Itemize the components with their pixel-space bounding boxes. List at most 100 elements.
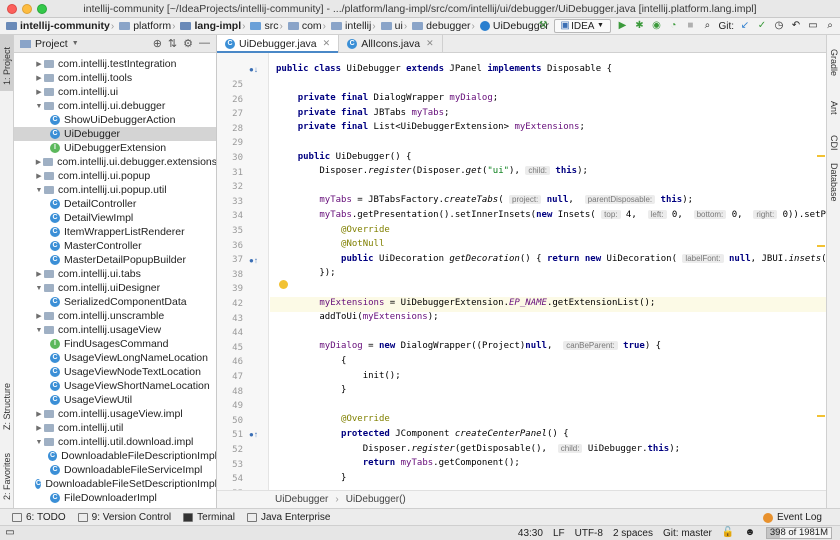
code-line[interactable]: Disposer.register(getDisposable(), child… (276, 443, 680, 454)
code-line[interactable]: myDialog = new DialogWrapper((Project)nu… (276, 341, 661, 351)
tree-class-node[interactable]: C DetailController (14, 197, 216, 211)
ant-tool-button[interactable]: Ant (829, 101, 839, 115)
crumb-debugger[interactable]: debugger (408, 20, 471, 32)
code-line[interactable]: }); (276, 268, 335, 278)
code-line[interactable]: @NotNull (276, 239, 384, 249)
tree-class-node[interactable]: C UiDebugger (14, 127, 216, 141)
locate-file-icon[interactable]: ⊕ (153, 37, 162, 50)
crumb-project[interactable]: intellij-community (2, 20, 110, 32)
tree-package-node[interactable]: ▼ com.intellij.util.download.impl (14, 435, 216, 449)
chevron-right-icon[interactable]: ▶ (34, 60, 44, 68)
tree-class-node[interactable]: C DownloadableFileServiceImpl (14, 463, 216, 477)
tree-class-node[interactable]: C DownloadableFileDescriptionImpl (14, 449, 216, 463)
tree-package-node[interactable]: ▶ com.intellij.ui (14, 85, 216, 99)
event-log-tool-button[interactable]: Event Log (762, 512, 822, 523)
chevron-right-icon[interactable]: ▶ (34, 88, 44, 96)
code-line[interactable]: myTabs = JBTabsFactory.createTabs( proje… (276, 195, 693, 205)
code-line[interactable]: private final DialogWrapper myDialog; (276, 93, 499, 103)
coverage-icon[interactable]: ◉ (650, 20, 662, 32)
lock-icon[interactable]: 🔓 (722, 527, 734, 539)
chevron-down-icon[interactable]: ▼ (34, 327, 44, 334)
debug-icon[interactable]: ✱ (633, 20, 645, 32)
crumb-platform[interactable]: platform (115, 20, 171, 32)
chevron-down-icon[interactable]: ▼ (34, 439, 44, 446)
indent-setting[interactable]: 2 spaces (613, 528, 653, 539)
chevron-right-icon[interactable]: ▶ (34, 172, 44, 180)
code-line[interactable]: } (276, 473, 346, 483)
code-line[interactable]: myExtensions = UiDebuggerExtension.EP_NA… (276, 298, 655, 308)
tree-package-node[interactable]: ▶ com.intellij.tools (14, 71, 216, 85)
close-tab-icon[interactable]: ✕ (323, 38, 331, 49)
code-area[interactable]: public class UiDebugger extends JPanel i… (270, 53, 826, 490)
gradle-tool-button[interactable]: Gradle (829, 49, 839, 76)
tree-class-node[interactable]: C FileDownloaderImpl (14, 491, 216, 505)
caret-position[interactable]: 43:30 (518, 528, 543, 539)
tree-package-node[interactable]: ▶ com.intellij.ui.debugger.extensions (14, 155, 216, 169)
code-line[interactable]: Disposer.register(Disposer.get("ui"), ch… (276, 166, 588, 176)
git-branch[interactable]: Git: master (663, 528, 712, 539)
tab-allicons-java[interactable]: C AllIcons.java ✕ (339, 35, 443, 52)
code-line[interactable]: private final JBTabs myTabs; (276, 108, 450, 118)
chevron-right-icon[interactable]: ▶ (34, 74, 44, 82)
implements-marker-icon[interactable]: ●↓ (249, 65, 258, 74)
java-enterprise-tool-button[interactable]: Java Enterprise (246, 512, 330, 523)
code-line[interactable]: addToUi(myExtensions); (276, 312, 438, 322)
tree-package-node[interactable]: ▶ com.intellij.ui.popup (14, 169, 216, 183)
run-icon[interactable]: ▶ (616, 20, 628, 32)
code-line[interactable]: { (276, 356, 346, 366)
hide-panel-icon[interactable]: — (199, 37, 210, 50)
close-tab-icon[interactable]: ✕ (426, 38, 434, 49)
tree-class-node[interactable]: C DetailViewImpl (14, 211, 216, 225)
tree-class-node[interactable]: I UiDebuggerExtension (14, 141, 216, 155)
collapse-all-icon[interactable]: ⇅ (168, 37, 177, 50)
error-stripe-mark[interactable] (817, 245, 825, 247)
tree-class-node[interactable]: C ItemWrapperListRenderer (14, 225, 216, 239)
tree-class-node[interactable]: C UsageViewNodeTextLocation (14, 365, 216, 379)
code-line[interactable]: init(); (276, 371, 401, 381)
tree-class-node[interactable]: I FindUsagesCommand (14, 337, 216, 351)
chevron-right-icon[interactable]: ▶ (34, 312, 44, 320)
profile-icon[interactable]: ◔ (667, 20, 679, 32)
build-hammer-icon[interactable]: ⚒ (537, 20, 549, 32)
search-everywhere-icon[interactable]: ⌕ (824, 20, 836, 32)
crumb-intellij[interactable]: intellij (327, 20, 371, 32)
ide-settings-icon[interactable]: ▭ (807, 20, 819, 32)
code-line[interactable]: public UiDecoration getDecoration() { re… (276, 253, 826, 264)
tree-class-node[interactable]: C UsageViewUtil (14, 393, 216, 407)
chevron-right-icon[interactable]: ▶ (34, 410, 44, 418)
code-line[interactable]: public class UiDebugger extends JPanel i… (276, 64, 612, 74)
chevron-right-icon[interactable]: ▶ (34, 424, 44, 432)
error-stripe-mark[interactable] (817, 155, 825, 157)
crumb-com[interactable]: com (284, 20, 322, 32)
chevron-down-icon[interactable]: ▼ (34, 187, 44, 194)
tree-package-node[interactable]: ▼ com.intellij.uiDesigner (14, 281, 216, 295)
tree-class-node[interactable]: C ShowUiDebuggerAction (14, 113, 216, 127)
breadcrumb-class[interactable]: UiDebugger (275, 494, 328, 505)
code-line[interactable]: myTabs.getPresentation().setInnerInsets(… (276, 210, 826, 220)
tab-uidebugger-java[interactable]: C UiDebugger.java ✕ (217, 35, 340, 53)
crumb-ui[interactable]: ui (377, 20, 403, 32)
code-line[interactable]: private final List<UiDebuggerExtension> … (276, 122, 585, 132)
tree-class-node[interactable]: C UsageViewShortNameLocation (14, 379, 216, 393)
vcs-revert-icon[interactable]: ↶ (790, 20, 802, 32)
tree-package-node[interactable]: ▶ com.intellij.usageView.impl (14, 407, 216, 421)
terminal-tool-button[interactable]: Terminal (183, 512, 235, 523)
vcs-update-icon[interactable]: ↙ (739, 20, 751, 32)
memory-indicator[interactable]: 398 of 1981M (765, 527, 832, 539)
gear-icon[interactable]: ⚙ (183, 37, 193, 50)
override-marker-icon[interactable]: ●↑ (249, 430, 258, 439)
toggle-tool-windows-icon[interactable]: ▭ (4, 527, 16, 539)
tree-class-node[interactable]: C UsageViewLongNameLocation (14, 351, 216, 365)
vcs-history-icon[interactable]: ◷ (773, 20, 785, 32)
tree-class-node[interactable]: C MasterDetailPopupBuilder (14, 253, 216, 267)
chevron-down-icon[interactable]: ▼ (34, 285, 44, 292)
inspection-icon[interactable]: ☻ (744, 527, 756, 539)
todo-tool-button[interactable]: 6: TODO (12, 512, 66, 523)
code-line[interactable]: protected JComponent createCenterPanel()… (276, 429, 569, 439)
code-line[interactable]: } (276, 385, 346, 395)
tree-class-node[interactable]: C SerializedComponentData (14, 295, 216, 309)
intention-bulb-icon[interactable] (279, 280, 288, 289)
tree-class-node[interactable]: C DownloadableFileSetDescriptionImpl (14, 477, 216, 491)
code-line[interactable]: return myTabs.getComponent(); (276, 458, 520, 468)
tree-package-node[interactable]: ▶ com.intellij.testIntegration (14, 57, 216, 71)
